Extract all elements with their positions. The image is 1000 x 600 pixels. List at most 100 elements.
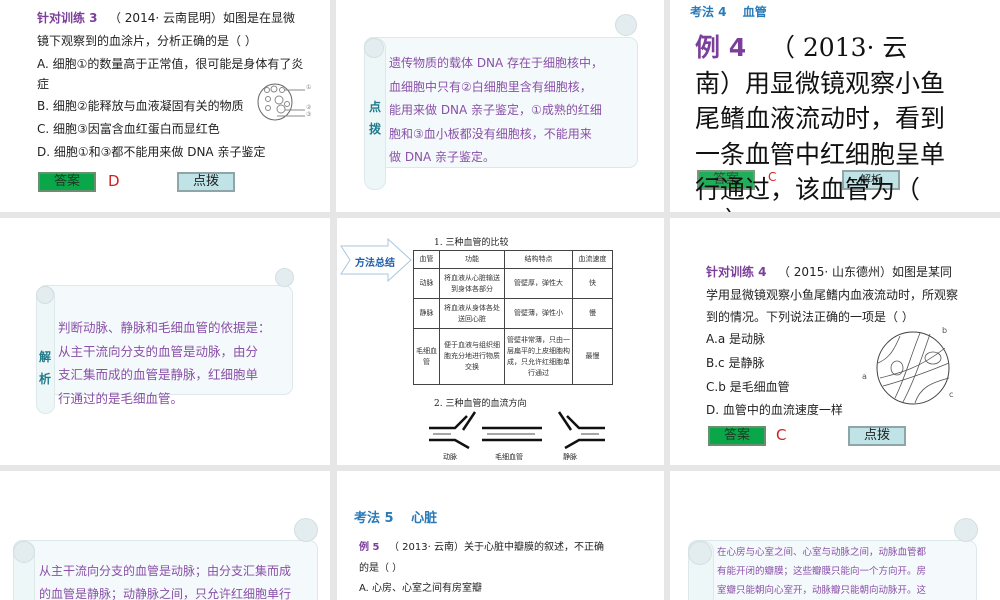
question-title: 针对训练 3 bbox=[37, 11, 98, 25]
table-cell: 将血液从心脏输送到身体各部分 bbox=[439, 268, 505, 299]
figure-label-c: c bbox=[949, 390, 954, 399]
example-line: 尾鳍血液流动时，看到 bbox=[695, 104, 946, 133]
analysis-line: 支汇集而成的血管是静脉，红细胞单 bbox=[58, 367, 259, 382]
section-heading: 考法 5 心脏 bbox=[354, 511, 438, 526]
figure-label-3: ③ bbox=[306, 111, 312, 118]
analysis-label-char: 析 bbox=[38, 372, 51, 386]
hint-line: 遗传物质的载体 DNA 存在于细胞核中， bbox=[389, 56, 604, 70]
answer-button[interactable]: 答案 bbox=[38, 172, 96, 192]
question-source: （ 2015· 山东德州）如图是某同 bbox=[777, 265, 952, 279]
option-d: D. 细胞①和③都不能用来做 DNA 亲子鉴定 bbox=[37, 145, 266, 159]
table-header: 血流速度 bbox=[572, 250, 613, 269]
hint-line: 能用来做 DNA 亲子鉴定，①成熟的红细 bbox=[389, 103, 602, 117]
slide-thumbnail-7[interactable]: 从主干流向分支的血管是动脉；由分支汇集而成 的血管是静脉；动静脉之间，只允许红细… bbox=[0, 471, 330, 600]
table-cell: 管壁薄，弹性小 bbox=[504, 298, 573, 329]
table-cell: 动脉 bbox=[413, 268, 440, 299]
example-question-text: （ 2013· 云南）关于心脏中瓣膜的叙述，不正确 bbox=[389, 542, 604, 553]
table-cell: 便于血液与组织细胞充分地进行物质交换 bbox=[439, 328, 505, 385]
hint-text: 遗传物质的载体 DNA 存在于细胞核中， 血细胞中只有②白细胞里含有细胞核， 能… bbox=[389, 52, 603, 170]
answer-button[interactable]: 答案 bbox=[708, 426, 766, 446]
hint-button[interactable]: 点拨 bbox=[848, 426, 906, 446]
hint-label-char: 点 bbox=[368, 100, 381, 114]
hint-button[interactable]: 点拨 bbox=[177, 172, 235, 192]
scroll-curl-icon bbox=[954, 518, 978, 542]
slide-thumbnail-6[interactable]: 针对训练 4 （ 2015· 山东德州）如图是某同 学用显微镜观察小鱼尾鳍内血液… bbox=[670, 218, 1000, 465]
option-a: A. 细胞①的数量高于正常值，很可能是身体有了炎 bbox=[37, 57, 304, 71]
example-line: 南）用显微镜观察小鱼 bbox=[695, 68, 946, 98]
example-line: ） bbox=[695, 207, 945, 212]
example-line: （ 2013· 云 bbox=[769, 33, 908, 62]
table-header: 功能 bbox=[439, 250, 505, 269]
option-a: A.a 是动脉 bbox=[706, 332, 765, 346]
explanation-line: 有能开闭的瓣膜；这些瓣膜只能向一个方向开。房 bbox=[717, 566, 927, 577]
hint-line: 胞和③血小板都没有细胞核，不能用来 bbox=[389, 126, 592, 141]
option-a: A. 心房、心室之间有房室瓣 bbox=[359, 583, 483, 594]
slide-thumbnail-4[interactable]: 解析 判断动脉、静脉和毛细血管的依据是： 从主干流向分支的血管是动脉，由分 支汇… bbox=[0, 218, 330, 465]
analysis-line: 从主干流向分支的血管是动脉，由分 bbox=[58, 343, 259, 359]
question-header: 针对训练 3 （ 2014· 云南昆明）如图是在显微 bbox=[37, 9, 295, 26]
vessel-comparison-table: 血管 功能 结构特点 血流速度 动脉 将血液从心脏输送到身体各部分 管壁厚，弹性大快 静脉… bbox=[413, 250, 613, 385]
explanation-line: 的血管是静脉；动静脉之间，只允许红细胞单行 bbox=[39, 587, 292, 600]
table-cell: 最慢 bbox=[572, 328, 613, 385]
question-text: 镜下观察到的血涂片，分析正确的是（ ） bbox=[37, 34, 257, 48]
diagram-label-artery: 动脉 bbox=[443, 453, 457, 461]
scroll-curl-icon bbox=[688, 541, 712, 565]
hint-line: 血细胞中只有②白细胞里含有细胞核， bbox=[389, 79, 592, 94]
scroll-curl-icon bbox=[294, 518, 318, 542]
analysis-line: 判断动脉、静脉和毛细血管的依据是： bbox=[58, 320, 271, 335]
hint-label: 点拨 bbox=[368, 96, 382, 140]
question-header: 针对训练 4 （ 2015· 山东德州）如图是某同 bbox=[706, 263, 952, 280]
figure-label-b: b bbox=[942, 326, 948, 335]
slide-thumbnail-8[interactable]: 考法 5 心脏 例 5 （ 2013· 云南）关于心脏中瓣膜的叙述，不正确 的是… bbox=[337, 471, 664, 600]
example-text: 例 4 （ 2013· 云 南）用显微镜观察小鱼 尾鳍血液流动时，看到 一条血管… bbox=[695, 30, 945, 212]
table-title: 1. 三种血管的比较 bbox=[434, 238, 509, 248]
table-header: 血管 bbox=[413, 250, 440, 269]
scroll-curl-icon bbox=[364, 38, 384, 58]
explanation-line: 在心房与心室之间、心室与动脉之间，动脉血管都 bbox=[717, 547, 927, 558]
question-source: （ 2014· 云南昆明）如图是在显微 bbox=[108, 11, 295, 25]
table-cell: 静脉 bbox=[413, 298, 440, 329]
table-cell: 管壁非常薄，只由一层扁平的上皮细胞构成，只允许红细胞单行通过 bbox=[504, 328, 573, 385]
analysis-line: 行通过的是毛细血管。 bbox=[58, 390, 184, 406]
analysis-label-char: 解 bbox=[38, 350, 51, 364]
option-c: C. 细胞③因富含血红蛋白而显红色 bbox=[37, 122, 220, 136]
answer-text: C bbox=[776, 426, 787, 444]
explanation-line: 室瓣只能朝向心室开，动脉瓣只能朝向动脉开。这 bbox=[717, 585, 927, 596]
option-c: C.b 是毛细血管 bbox=[706, 380, 790, 394]
explanation-text: 从主干流向分支的血管是动脉；由分支汇集而成 的血管是静脉；动静脉之间，只允许红细… bbox=[39, 560, 291, 600]
scroll-curl-icon bbox=[36, 286, 54, 304]
question-title: 针对训练 4 bbox=[706, 265, 767, 279]
slide-thumbnail-3[interactable]: 考法 4 血管 答案 C 解析 例 4 （ 2013· 云 南）用显微镜观察小鱼… bbox=[670, 0, 1000, 212]
slide-thumbnail-2[interactable]: 点拨 遗传物质的载体 DNA 存在于细胞核中， 血细胞中只有②白细胞里含有细胞核… bbox=[336, 0, 664, 212]
table-cell: 毛细血管 bbox=[413, 328, 440, 385]
slide-thumbnail-9[interactable]: 在心房与心室之间、心室与动脉之间，动脉血管都 有能开闭的瓣膜；这些瓣膜只能向一个… bbox=[670, 471, 1000, 600]
option-d: D. 血管中的血流速度一样 bbox=[706, 403, 843, 417]
question-text: 到的情况。下列说法正确的一项是（ ） bbox=[706, 310, 914, 324]
scroll-curl-icon bbox=[275, 268, 294, 287]
table-cell: 慢 bbox=[572, 298, 613, 329]
table-cell: 将血液从身体各处送回心脏 bbox=[439, 298, 505, 329]
figure-label-a: a bbox=[862, 372, 867, 381]
example-question: 例 5 （ 2013· 云南）关于心脏中瓣膜的叙述，不正确 bbox=[359, 538, 604, 553]
option-b: B.c 是静脉 bbox=[706, 356, 765, 370]
scroll-curl-icon bbox=[13, 541, 35, 563]
example-question-cont: 的是（ ） bbox=[359, 563, 403, 574]
example-line: 行通过，该血管为（ bbox=[695, 175, 921, 204]
question-text: 学用显微镜观察小鱼尾鳍内血液流动时，所观察 bbox=[706, 288, 959, 302]
summary-badge: 方法总结 bbox=[355, 258, 395, 269]
hint-line: 做 DNA 亲子鉴定。 bbox=[389, 150, 496, 164]
example-label: 例 4 bbox=[695, 33, 747, 62]
figure-label-1: ① bbox=[306, 84, 312, 91]
fish-tail-vessel-figure bbox=[876, 331, 950, 405]
diagram-label-capillary: 毛细血管 bbox=[495, 453, 523, 461]
option-a-cont: 症 bbox=[37, 77, 50, 91]
slide-thumbnail-5[interactable]: 方法总结 1. 三种血管的比较 血管 功能 结构特点 血流速度 动脉 将血液从心脏输送到… bbox=[337, 218, 664, 465]
explanation-text: 在心房与心室之间、心室与动脉之间，动脉血管都 有能开闭的瓣膜；这些瓣膜只能向一个… bbox=[717, 543, 926, 600]
diagram-label-vein: 静脉 bbox=[563, 453, 577, 461]
example-line: 一条血管中红细胞呈单 bbox=[695, 139, 946, 169]
slide-thumbnail-1[interactable]: 针对训练 3 （ 2014· 云南昆明）如图是在显微 镜下观察到的血涂片，分析正… bbox=[0, 0, 330, 212]
analysis-label: 解析 bbox=[38, 346, 52, 390]
explanation-line: 从主干流向分支的血管是动脉；由分支汇集而成 bbox=[39, 564, 292, 578]
diagram-title: 2. 三种血管的血流方向 bbox=[434, 399, 527, 409]
option-b: B. 细胞②能释放与血液凝固有关的物质 bbox=[37, 99, 244, 113]
